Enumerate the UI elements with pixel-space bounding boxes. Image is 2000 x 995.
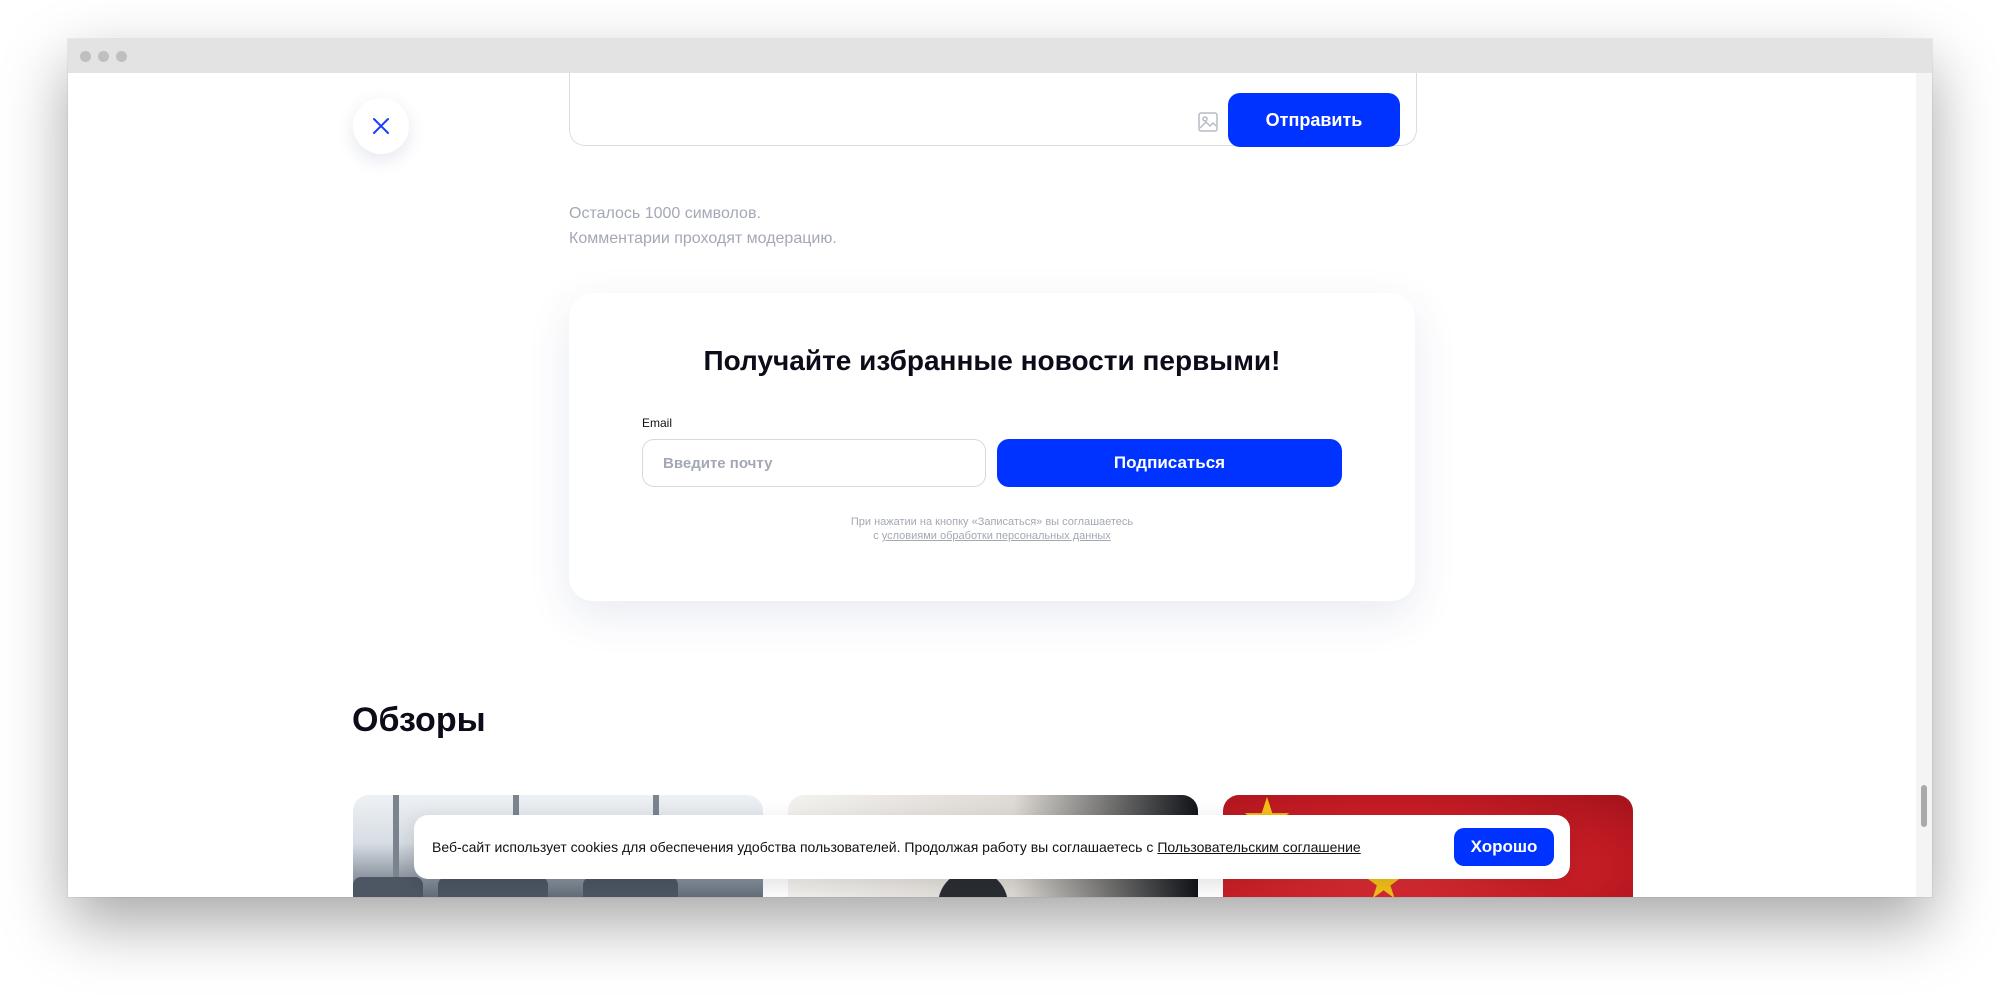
cookie-text: Веб-сайт использует cookies для обеспече…	[432, 839, 1154, 855]
window-close-dot[interactable]	[80, 51, 91, 62]
window-minimize-dot[interactable]	[98, 51, 109, 62]
page-viewport: Отправить Осталось 1000 символов. Коммен…	[68, 73, 1916, 897]
email-label: Email	[642, 416, 673, 430]
send-comment-button[interactable]: Отправить	[1228, 93, 1400, 147]
newsletter-card: Получайте избранные новости первыми! Ema…	[569, 293, 1415, 601]
scrollbar[interactable]	[1916, 73, 1932, 897]
privacy-policy-link[interactable]: условиями обработки персональных данных	[882, 530, 1111, 542]
subscribe-button[interactable]: Подписаться	[997, 439, 1342, 487]
consent-text: При нажатии на кнопку «Записаться» вы со…	[569, 515, 1415, 543]
image-attach-icon[interactable]	[1196, 110, 1220, 134]
chars-left-text: Осталось 1000 символов.	[569, 205, 761, 222]
close-button[interactable]	[353, 98, 409, 154]
consent-line-1: При нажатии на кнопку «Записаться» вы со…	[850, 516, 1134, 528]
consent-prefix: с	[873, 530, 879, 542]
reviews-section-title: Обзоры	[352, 701, 486, 739]
email-input[interactable]	[642, 439, 986, 487]
consent-line-2: с условиями обработки персональных данны…	[569, 529, 1415, 543]
card-image-car	[353, 877, 423, 897]
moderation-note: Комментарии проходят модерацию.	[569, 230, 837, 247]
cookie-accept-button[interactable]: Хорошо	[1454, 828, 1554, 866]
cookie-banner: Веб-сайт использует cookies для обеспече…	[414, 815, 1570, 879]
user-agreement-link[interactable]: Пользовательским соглашение	[1157, 839, 1360, 855]
browser-window: Отправить Осталось 1000 символов. Коммен…	[68, 39, 1932, 897]
card-image-car	[583, 877, 678, 897]
close-icon	[373, 118, 389, 134]
window-titlebar	[68, 39, 1932, 73]
window-maximize-dot[interactable]	[116, 51, 127, 62]
scrollbar-thumb[interactable]	[1921, 785, 1927, 827]
card-image-car	[438, 877, 548, 897]
newsletter-title: Получайте избранные новости первыми!	[703, 345, 1281, 376]
